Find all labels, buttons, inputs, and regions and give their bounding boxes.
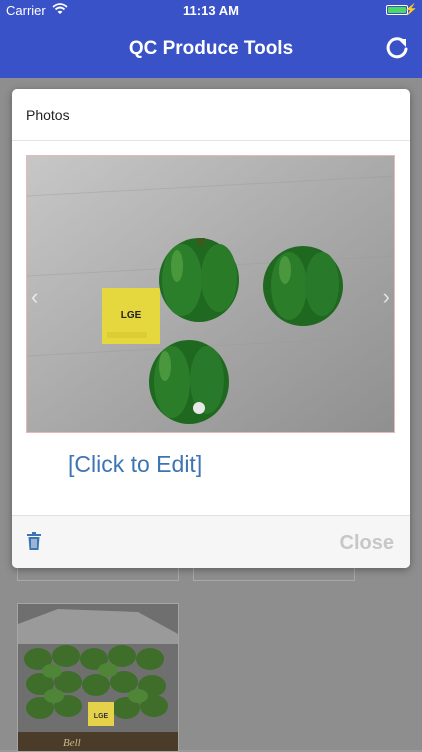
trash-icon[interactable] <box>26 532 42 550</box>
produce-box-image: LGE Bell <box>18 604 178 751</box>
close-button[interactable]: Close <box>340 532 394 555</box>
app-title: QC Produce Tools <box>128 38 294 59</box>
thumb-box-text: Bell <box>63 737 81 749</box>
refresh-icon[interactable] <box>384 36 410 62</box>
photo-label: LGE <box>121 310 142 321</box>
clock: 11:13 AM <box>183 3 239 18</box>
edit-link[interactable]: [Click to Edit] <box>68 451 202 478</box>
chevron-right-icon[interactable]: › <box>383 284 390 310</box>
photo-carousel[interactable]: LGE ‹ › <box>26 155 395 433</box>
modal-header: Photos <box>12 89 410 141</box>
photos-modal: Photos LGE ‹ › [Click to Edit] Close <box>12 89 410 568</box>
thumb-label: LGE <box>94 713 109 720</box>
chevron-left-icon[interactable]: ‹ <box>31 284 38 310</box>
nav-bar: QC Produce Tools <box>0 22 422 78</box>
pepper-photo: LGE <box>27 156 394 432</box>
charging-icon: ⚡ <box>404 4 418 16</box>
modal-footer: Close <box>12 515 410 568</box>
modal-title: Photos <box>26 107 70 123</box>
background-photo-thumbnail[interactable]: LGE Bell <box>17 603 179 752</box>
status-bar: Carrier 11:13 AM ⚡ <box>0 0 422 22</box>
